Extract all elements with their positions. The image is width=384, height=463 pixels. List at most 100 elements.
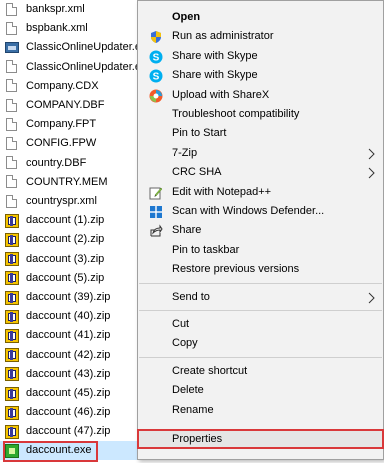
menu-item-create-shortcut[interactable]: Create shortcut — [138, 362, 383, 381]
menu-item-label: Open — [172, 10, 201, 23]
menu-item-restore-previous-versions[interactable]: Restore previous versions — [138, 260, 383, 279]
document-icon — [5, 117, 19, 133]
menu-item-label: Share with Skype — [172, 69, 258, 82]
svg-text:S: S — [153, 72, 160, 83]
menu-item-troubleshoot-compatibility[interactable]: Troubleshoot compatibility — [138, 105, 383, 124]
file-name: Company.CDX — [26, 79, 99, 92]
file-name: country.DBF — [26, 156, 87, 169]
menu-item-label: Rename — [172, 403, 214, 416]
document-icon — [5, 174, 19, 190]
file-name: daccount (2).zip — [26, 233, 105, 246]
menu-item-label: Create shortcut — [172, 364, 248, 377]
menu-item-label: Pin to taskbar — [172, 243, 240, 256]
menu-item-label: Share with Skype — [172, 49, 258, 62]
menu-item-share-with-skype-2[interactable]: S Share with Skype — [138, 66, 383, 85]
file-name: CONFIG.FPW — [26, 137, 97, 150]
document-icon — [5, 59, 19, 75]
chevron-right-icon — [365, 292, 377, 304]
menu-item-copy[interactable]: Copy — [138, 334, 383, 353]
document-icon — [5, 136, 19, 152]
menu-item-label: Troubleshoot compatibility — [172, 107, 300, 120]
share-icon — [149, 224, 163, 238]
file-name: COUNTRY.MEM — [26, 175, 108, 188]
chevron-right-icon — [365, 167, 377, 179]
file-name: daccount (46).zip — [26, 406, 111, 419]
menu-item-open[interactable]: Open — [138, 8, 383, 27]
menu-item-label: Restore previous versions — [172, 263, 300, 276]
chevron-right-icon — [365, 148, 377, 160]
document-icon — [5, 155, 19, 171]
document-icon — [5, 78, 19, 94]
svg-text:S: S — [153, 52, 160, 63]
context-menu: Open Run as administrator S Share with S… — [137, 0, 384, 460]
sharex-icon — [149, 89, 163, 103]
menu-item-label: Scan with Windows Defender... — [172, 204, 325, 217]
menu-item-share-with-skype[interactable]: S Share with Skype — [138, 47, 383, 66]
zip-icon — [5, 251, 19, 267]
menu-item-label: Copy — [172, 337, 198, 350]
menu-item-label: Share — [172, 224, 202, 237]
skype-icon: S — [149, 50, 163, 64]
menu-item-label: Cut — [172, 317, 190, 330]
menu-item-crc-sha[interactable]: CRC SHA — [138, 163, 383, 182]
zip-icon — [5, 270, 19, 286]
menu-item-share[interactable]: Share — [138, 221, 383, 240]
file-name: ClassicOnlineUpdater.ex — [26, 41, 147, 54]
menu-item-label: Edit with Notepad++ — [172, 185, 272, 198]
menu-separator — [139, 310, 382, 311]
menu-item-pin-to-taskbar[interactable]: Pin to taskbar — [138, 241, 383, 260]
menu-item-label: Send to — [172, 290, 210, 303]
menu-item-label: CRC SHA — [172, 166, 222, 179]
menu-item-run-as-administrator[interactable]: Run as administrator — [138, 27, 383, 46]
document-icon — [5, 2, 19, 18]
zip-icon — [5, 328, 19, 344]
menu-item-delete[interactable]: Delete — [138, 381, 383, 400]
menu-item-label: 7-Zip — [172, 146, 198, 159]
menu-item-label: Upload with ShareX — [172, 88, 270, 101]
file-name: ClassicOnlineUpdater.ex — [26, 60, 147, 73]
exe-icon — [5, 443, 19, 459]
file-name: daccount (39).zip — [26, 291, 111, 303]
zip-icon — [5, 366, 19, 382]
menu-item-send-to[interactable]: Send to — [138, 288, 383, 307]
file-name: daccount (1).zip — [26, 214, 105, 227]
shield-icon — [149, 30, 163, 44]
file-name: daccount (43).zip — [26, 367, 111, 380]
menu-item-properties[interactable]: Properties — [137, 429, 384, 449]
menu-item-cut[interactable]: Cut — [138, 315, 383, 334]
menu-separator — [139, 356, 382, 358]
file-name: countryspr.xml — [26, 195, 97, 207]
menu-item-pin-to-start[interactable]: Pin to Start — [138, 124, 383, 143]
file-name: bankspr.xml — [26, 3, 85, 15]
skype-icon: S — [149, 69, 163, 83]
zip-icon — [5, 424, 19, 440]
zip-icon — [5, 309, 19, 325]
file-name: daccount (45).zip — [26, 387, 111, 399]
menu-item-upload-with-sharex[interactable]: Upload with ShareX — [138, 86, 383, 105]
menu-item-scan-with-windows-defender[interactable]: Scan with Windows Defender... — [138, 202, 383, 221]
menu-item-rename[interactable]: Rename — [138, 401, 383, 420]
zip-icon — [5, 290, 19, 306]
zip-icon — [5, 386, 19, 402]
file-name: daccount (3).zip — [26, 252, 105, 265]
menu-item-label: Delete — [172, 384, 204, 397]
file-name: bspbank.xml — [26, 22, 88, 35]
menu-separator — [139, 282, 382, 284]
document-icon — [5, 98, 19, 114]
windows-defender-icon — [149, 205, 163, 219]
document-icon — [5, 194, 19, 210]
menu-item-edit-with-notepad-plus-plus[interactable]: Edit with Notepad++ — [138, 183, 383, 202]
menu-item-label: Properties — [172, 433, 223, 445]
document-icon — [5, 21, 19, 37]
menu-item-label: Pin to Start — [172, 127, 227, 140]
menu-item-7-zip[interactable]: 7-Zip — [138, 144, 383, 163]
zip-icon — [5, 347, 19, 363]
notepad-plus-plus-icon — [149, 186, 163, 200]
zip-icon — [5, 405, 19, 421]
file-name: COMPANY.DBF — [26, 99, 105, 111]
file-name: Company.FPT — [26, 118, 97, 131]
application-icon — [5, 40, 19, 56]
file-name: daccount (41).zip — [26, 329, 111, 342]
zip-icon — [5, 213, 19, 229]
menu-item-label: Run as administrator — [172, 30, 274, 43]
